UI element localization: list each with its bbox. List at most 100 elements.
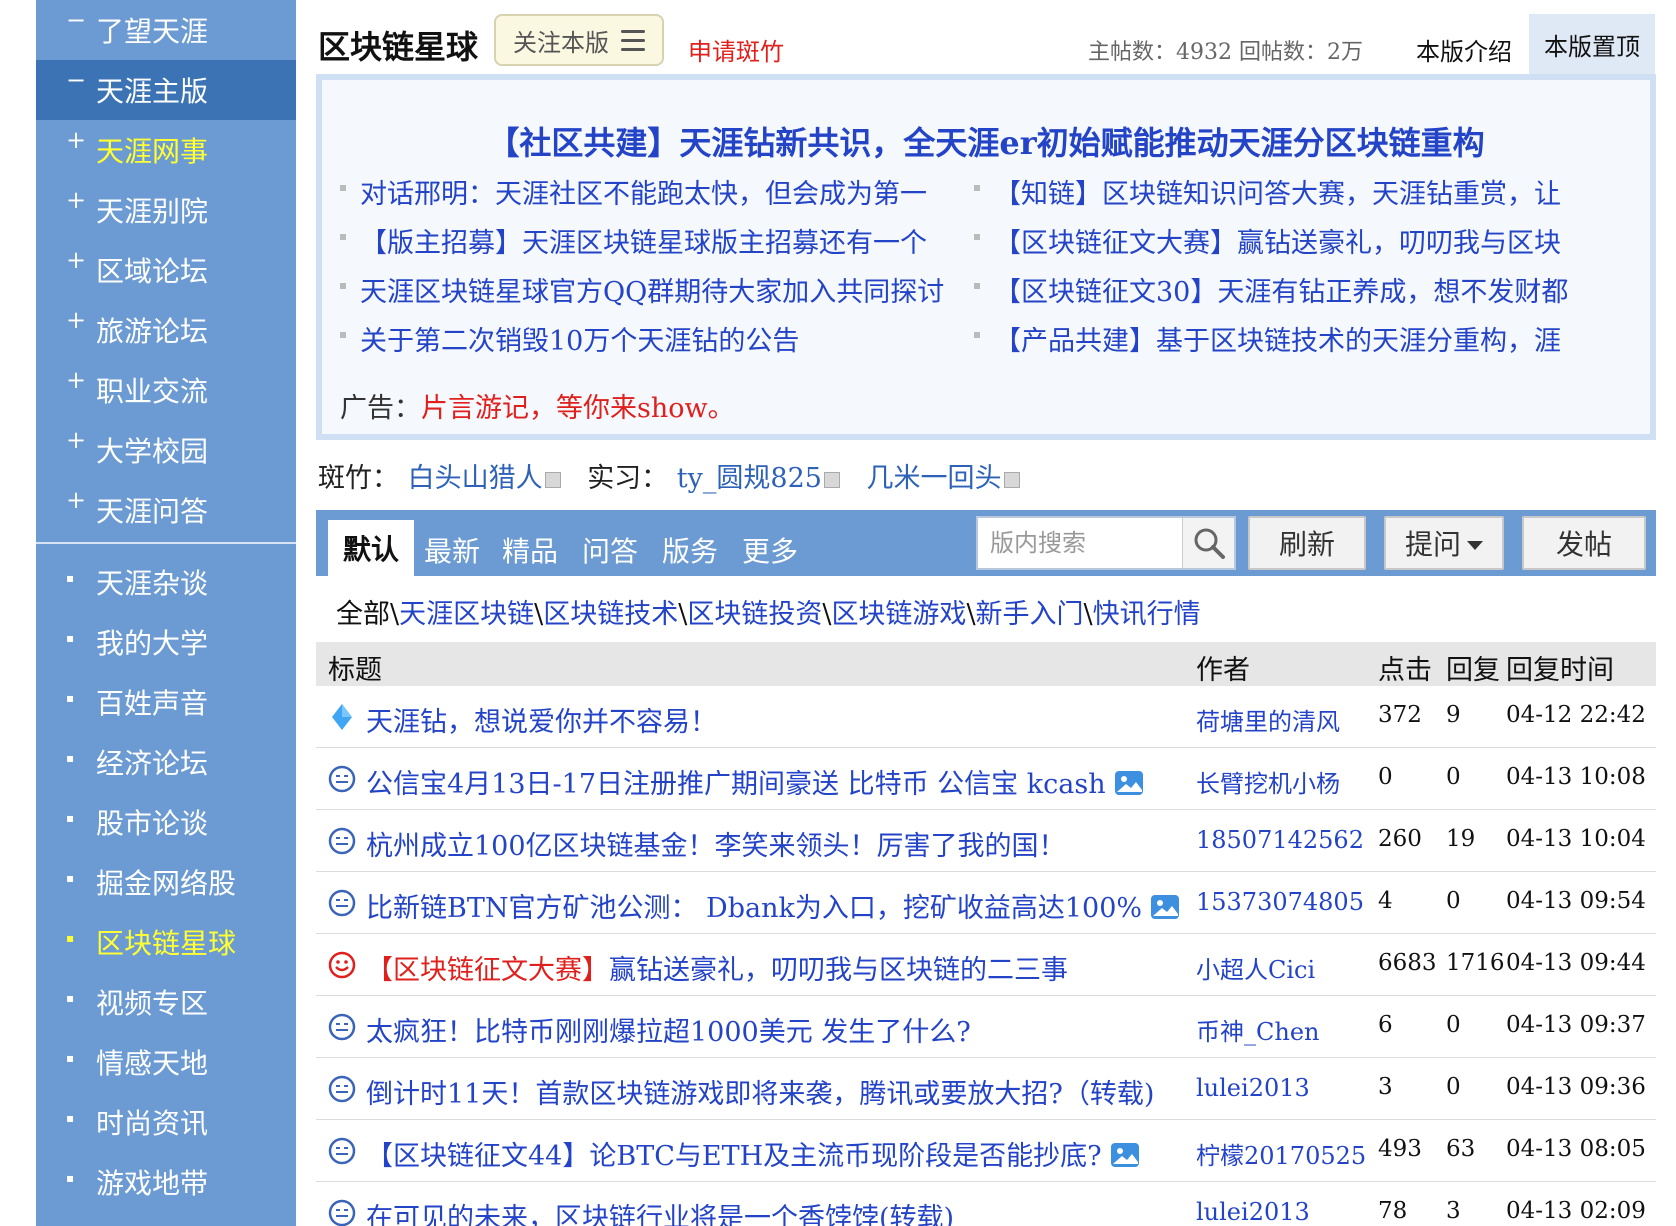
sidebar-item-emotion[interactable]: ▪ 情感天地 xyxy=(36,1032,296,1092)
apply-moderator-link[interactable]: 申请斑竹 xyxy=(688,32,784,67)
sidebar-item-travel[interactable]: + 旅游论坛 xyxy=(36,300,296,360)
tab-default[interactable]: 默认 xyxy=(328,520,414,576)
table-row[interactable]: 太疯狂！比特币刚刚爆拉超1000美元 发生了什么? 币神_Chen 6 0 04-13 … xyxy=(316,996,1656,1058)
tab-featured[interactable]: 精品 xyxy=(502,530,558,570)
tab-board-intro[interactable]: 本版介绍 xyxy=(1416,32,1512,67)
bullet-icon: ▪ xyxy=(66,691,75,705)
author-link[interactable]: 15373074805 xyxy=(1196,888,1364,916)
author-link[interactable]: 荷塘里的清风 xyxy=(1196,702,1340,737)
neutral-face-icon xyxy=(328,1075,356,1103)
tab-bar: 默认 最新 精品 问答 版务 更多 刷新 提问 发帖 xyxy=(316,510,1656,576)
post-title-link[interactable]: 比新链BTN官方矿池公测： Dbank为入口，挖矿收益高达100% xyxy=(366,886,1180,925)
sidebar-item-regional[interactable]: + 区域论坛 xyxy=(36,240,296,300)
filter-category[interactable]: 新手入门 xyxy=(976,599,1084,630)
reply-count: 0 xyxy=(1446,764,1461,790)
filter-all[interactable]: 全部 xyxy=(336,599,390,630)
author-link[interactable]: lulei2013 xyxy=(1196,1198,1310,1226)
notice-link[interactable]: 【版主招募】天涯区块链星球版主招募还有一个 xyxy=(340,221,950,260)
table-row[interactable]: 杭州成立100亿区块链基金！李笑来领头！厉害了我的国！ 18507142562 26… xyxy=(316,810,1656,872)
notice-link[interactable]: 【区块链征文大赛】赢钻送豪礼，叨叨我与区块 xyxy=(974,221,1584,260)
filter-category[interactable]: 天涯区块链 xyxy=(399,599,534,630)
intern-label: 实习： xyxy=(587,463,669,494)
sidebar-item-stocks[interactable]: ▪ 股市论谈 xyxy=(36,792,296,852)
notice-link-text: 【区块链征文30】天涯有钻正养成，想不发财都 xyxy=(994,277,1569,308)
tab-more[interactable]: 更多 xyxy=(742,530,798,570)
table-row[interactable]: 比新链BTN官方矿池公测： Dbank为入口，挖矿收益高达100% 1537307… xyxy=(316,872,1656,934)
sidebar-item-main-boards[interactable]: − 天涯主版 xyxy=(36,60,296,120)
sidebar-item-career[interactable]: + 职业交流 xyxy=(36,360,296,420)
table-row[interactable]: 【区块链征文大赛】赢钻送豪礼，叨叨我与区块链的二三事 小超人Cici 6683 171… xyxy=(316,934,1656,996)
search-input[interactable] xyxy=(978,518,1182,568)
author-link[interactable]: 小超人Cici xyxy=(1196,950,1315,985)
notice-headline[interactable]: 【社区共建】天涯钻新共识，全天涯er初始赋能推动天涯分区块链重构 xyxy=(322,118,1650,164)
sidebar-item-qa[interactable]: + 天涯问答 xyxy=(36,480,296,540)
neutral-face-icon xyxy=(328,1199,356,1226)
follow-board-button[interactable]: 关注本版 xyxy=(494,14,664,66)
sidebar-item-my-university[interactable]: ▪ 我的大学 xyxy=(36,612,296,672)
sidebar-item-games[interactable]: ▪ 游戏地带 xyxy=(36,1152,296,1212)
author-link[interactable]: 长臂挖机小杨 xyxy=(1196,764,1340,799)
new-post-button[interactable]: 发帖 xyxy=(1522,516,1646,570)
notice-link[interactable]: 关于第二次销毁10万个天涯钻的公告 xyxy=(340,319,950,358)
sidebar-item-economy[interactable]: ▪ 经济论坛 xyxy=(36,732,296,792)
sidebar-item-campus[interactable]: + 大学校园 xyxy=(36,420,296,480)
tab-admin[interactable]: 版务 xyxy=(662,530,718,570)
author-link[interactable]: lulei2013 xyxy=(1196,1074,1310,1102)
sidebar-item-liaowang[interactable]: − 了望天涯 xyxy=(36,0,296,60)
post-title-link[interactable]: 太疯狂！比特币刚刚爆拉超1000美元 发生了什么? xyxy=(366,1010,971,1049)
sidebar-item-zatan[interactable]: ▪ 天涯杂谈 xyxy=(36,552,296,612)
sidebar-item-video[interactable]: ▪ 视频专区 xyxy=(36,972,296,1032)
click-count: 78 xyxy=(1378,1198,1408,1224)
column-title: 标题 xyxy=(328,655,382,686)
post-title-text: 公信宝4月13日-17日注册推广期间豪送 比特币 公信宝 kcash xyxy=(366,769,1106,800)
author-link[interactable]: 柠檬20170525 xyxy=(1196,1136,1366,1171)
ask-button[interactable]: 提问 xyxy=(1384,516,1504,570)
refresh-button[interactable]: 刷新 xyxy=(1248,516,1366,570)
notice-link[interactable]: 天涯区块链星球官方QQ群期待大家加入共同探讨 xyxy=(340,270,950,309)
ad-link[interactable]: 片言游记，等你来show。 xyxy=(421,393,735,424)
filter-category[interactable]: 区块链投资 xyxy=(687,599,822,630)
tab-board-pinned[interactable]: 本版置顶 xyxy=(1529,14,1655,74)
sidebar-item-internet-stocks[interactable]: ▪ 掘金网络股 xyxy=(36,852,296,912)
expand-icon: + xyxy=(66,306,87,334)
filter-category[interactable]: 区块链游戏 xyxy=(831,599,966,630)
author-link[interactable]: 18507142562 xyxy=(1196,826,1364,854)
notice-link-text: 【产品共建】基于区块链技术的天涯分重构，涯 xyxy=(994,326,1561,357)
sidebar-item-wangshi[interactable]: + 天涯网事 xyxy=(36,120,296,180)
neutral-face-icon xyxy=(328,765,356,793)
notice-link[interactable]: 【产品共建】基于区块链技术的天涯分重构，涯 xyxy=(974,319,1584,358)
table-row[interactable]: 天涯钻，想说爱你并不容易！ 荷塘里的清风 372 9 04-12 22:42 xyxy=(316,686,1656,748)
intern-link[interactable]: ty_圆规825 xyxy=(677,463,822,494)
author-link[interactable]: 币神_Chen xyxy=(1196,1012,1319,1047)
post-title-link[interactable]: 天涯钻，想说爱你并不容易！ xyxy=(366,700,717,739)
post-title-link[interactable]: 杭州成立100亿区块链基金！李笑来领头！厉害了我的国！ xyxy=(366,824,1066,863)
tab-latest[interactable]: 最新 xyxy=(424,530,480,570)
table-row[interactable]: 公信宝4月13日-17日注册推广期间豪送 比特币 公信宝 kcash 长臂挖机小杨… xyxy=(316,748,1656,810)
notice-link[interactable]: 【知链】区块链知识问答大赛，天涯钻重赏，让 xyxy=(974,172,1584,211)
search-button[interactable] xyxy=(1182,518,1234,568)
bullet-icon xyxy=(340,282,346,289)
table-row[interactable]: 倒计时11天！首款区块链游戏即将来袭，腾讯或要放大招?（转载) lulei2013… xyxy=(316,1058,1656,1120)
sidebar-item-blockchain[interactable]: ▪ 区块链星球 xyxy=(36,912,296,972)
table-row[interactable]: 在可见的未来，区块链行业将是一个香饽饽(转载) lulei2013 78 3 04-13… xyxy=(316,1182,1656,1226)
filter-category[interactable]: 区块链技术 xyxy=(543,599,678,630)
intern-link[interactable]: 几米一回头 xyxy=(867,463,1002,494)
sidebar-item-label: 旅游论坛 xyxy=(96,315,209,348)
post-title-link[interactable]: 【区块链征文大赛】赢钻送豪礼，叨叨我与区块链的二三事 xyxy=(366,948,1068,987)
sidebar-item-fashion[interactable]: ▪ 时尚资讯 xyxy=(36,1092,296,1152)
sidebar-item-public-voice[interactable]: ▪ 百姓声音 xyxy=(36,672,296,732)
notice-link[interactable]: 【区块链征文30】天涯有钻正养成，想不发财都 xyxy=(974,270,1584,309)
notice-link[interactable]: 对话邢明：天涯社区不能跑太快，但会成为第一 xyxy=(340,172,950,211)
table-row[interactable]: 【区块链征文44】论BTC与ETH及主流币现阶段是否能抄底? 柠檬20170525… xyxy=(316,1120,1656,1182)
sidebar-item-label: 百姓声音 xyxy=(96,687,209,720)
tab-qa[interactable]: 问答 xyxy=(582,530,638,570)
post-title-link[interactable]: 公信宝4月13日-17日注册推广期间豪送 比特币 公信宝 kcash xyxy=(366,762,1144,801)
post-title-link[interactable]: 倒计时11天！首款区块链游戏即将来袭，腾讯或要放大招?（转载) xyxy=(366,1072,1154,1111)
post-title-link[interactable]: 【区块链征文44】论BTC与ETH及主流币现阶段是否能抄底? xyxy=(366,1134,1140,1173)
filter-category[interactable]: 快讯行情 xyxy=(1093,599,1201,630)
bullet-icon: ▪ xyxy=(66,751,75,765)
moderator-link[interactable]: 白头山猎人 xyxy=(408,463,543,494)
sidebar-item-bieyuan[interactable]: + 天涯别院 xyxy=(36,180,296,240)
neutral-face-icon xyxy=(328,1013,356,1041)
post-title-link[interactable]: 在可见的未来，区块链行业将是一个香饽饽(转载) xyxy=(366,1196,954,1226)
